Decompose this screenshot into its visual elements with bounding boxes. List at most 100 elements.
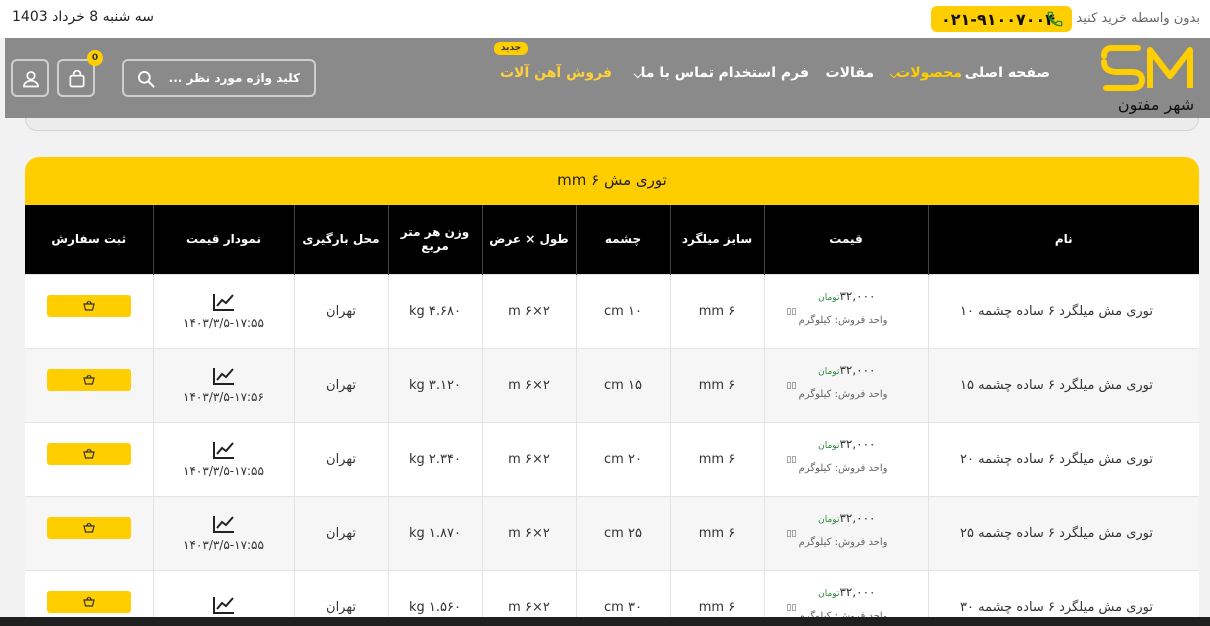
header-mesh: چشمه bbox=[575, 205, 670, 274]
loading-location: تهران bbox=[293, 347, 388, 422]
currency-label: تومان bbox=[818, 514, 840, 525]
phone-button[interactable]: ۰۲۱-۹۱۰۰۷۰۰۴ bbox=[931, 6, 1072, 32]
line-chart-icon[interactable] bbox=[212, 514, 236, 534]
rebar-size: ۶ mm bbox=[669, 347, 764, 422]
dimensions: ۲×۶ m bbox=[481, 347, 576, 422]
rebar-size: ۶ mm bbox=[669, 421, 764, 496]
price-table-card: توری مش ۶ mm نام قیمت سایز میلگرد چشمه ط… bbox=[25, 157, 1199, 626]
nav-articles[interactable]: مقالات bbox=[826, 65, 875, 81]
order-cell bbox=[25, 273, 153, 348]
phone-number: ۰۲۱-۹۱۰۰۷۰۰۴ bbox=[941, 9, 1056, 29]
line-chart-icon[interactable] bbox=[212, 366, 236, 386]
price-updated-date: ۱۴۰۳/۳/۵-۱۷:۵۵ bbox=[183, 316, 264, 330]
currency-label: تومان bbox=[818, 366, 840, 377]
main-nav: شهر مفتون صفحه اصلی محصولات ⌵ مقالات فرم… bbox=[5, 38, 1210, 118]
sale-unit: واحد فروش: کیلوگرم bbox=[798, 314, 888, 326]
table-row: توری مش میلگرد ۶ ساده چشمه ۱۵ ۳۲,۰۰۰تومان… bbox=[25, 347, 1199, 422]
dimensions: ۲×۶ m bbox=[481, 495, 576, 570]
os-taskbar bbox=[0, 617, 1210, 626]
nav-careers[interactable]: فرم استخدام bbox=[718, 65, 809, 81]
site-logo[interactable]: شهر مفتون bbox=[1098, 42, 1210, 114]
mini-indicator-icon: ▯▯ bbox=[786, 306, 797, 317]
user-icon bbox=[23, 71, 39, 88]
loading-location: تهران bbox=[293, 273, 388, 348]
svg-text:شهر مفتون: شهر مفتون bbox=[1118, 95, 1194, 114]
weight-per-sqm: ۲.۳۴۰ kg bbox=[387, 421, 482, 496]
phone-icon bbox=[1047, 11, 1063, 27]
header-weight: وزن هر متر مربع bbox=[387, 205, 482, 274]
product-name[interactable]: توری مش میلگرد ۶ ساده چشمه ۱۰ bbox=[927, 273, 1199, 348]
weight-per-sqm: ۴.۶۸۰ kg bbox=[387, 273, 482, 348]
order-cell bbox=[25, 421, 153, 496]
order-button[interactable] bbox=[46, 517, 131, 539]
basket-icon bbox=[82, 374, 95, 385]
header-rebar-size: سایز میلگرد bbox=[669, 205, 764, 274]
order-button[interactable] bbox=[46, 295, 131, 317]
line-chart-icon[interactable] bbox=[212, 292, 236, 312]
sale-unit: واحد فروش: کیلوگرم bbox=[798, 388, 888, 400]
product-name[interactable]: توری مش میلگرد ۶ ساده چشمه ۲۵ bbox=[927, 495, 1199, 570]
header-price-chart: نمودار قیمت bbox=[152, 205, 294, 274]
product-name[interactable]: توری مش میلگرد ۶ ساده چشمه ۲۰ bbox=[927, 421, 1199, 496]
new-badge: جدید bbox=[494, 42, 528, 55]
price-chart-cell: ۱۴۰۳/۳/۵-۱۷:۵۶ bbox=[152, 347, 294, 422]
price-updated-date: ۱۴۰۳/۳/۵-۱۷:۵۶ bbox=[183, 390, 264, 404]
header-location: محل بارگیری bbox=[293, 205, 388, 274]
price-value: ۳۲,۰۰۰ bbox=[839, 510, 876, 525]
mesh-size: ۱۰ cm bbox=[575, 273, 670, 348]
order-cell bbox=[25, 495, 153, 570]
price-updated-date: ۱۴۰۳/۳/۵-۱۷:۵۵ bbox=[183, 464, 264, 478]
weight-per-sqm: ۱.۸۷۰ kg bbox=[387, 495, 482, 570]
search-icon[interactable] bbox=[136, 69, 156, 89]
order-button[interactable] bbox=[46, 591, 131, 614]
product-name[interactable]: توری مش میلگرد ۶ ساده چشمه ۱۵ bbox=[927, 347, 1199, 422]
price-cell: ۳۲,۰۰۰تومان واحد فروش: کیلوگرم ▯▯ bbox=[763, 273, 928, 348]
header-price: قیمت bbox=[763, 205, 928, 274]
chevron-down-icon: ⌵ bbox=[633, 68, 642, 81]
sale-unit: واحد فروش: کیلوگرم bbox=[798, 536, 888, 548]
price-cell: ۳۲,۰۰۰تومان واحد فروش: کیلوگرم ▯▯ bbox=[763, 347, 928, 422]
basket-icon bbox=[82, 448, 95, 459]
dimensions: ۲×۶ m bbox=[481, 421, 576, 496]
mini-indicator-icon: ▯▯ bbox=[786, 528, 797, 539]
search-box[interactable]: کلید واژه مورد نظر ... bbox=[122, 59, 316, 97]
order-button[interactable] bbox=[46, 443, 131, 465]
line-chart-icon[interactable] bbox=[212, 595, 236, 615]
nav-home[interactable]: صفحه اصلی bbox=[965, 65, 1050, 81]
price-chart-cell: ۱۴۰۳/۳/۵-۱۷:۵۵ bbox=[152, 495, 294, 570]
mesh-size: ۲۰ cm bbox=[575, 421, 670, 496]
mini-indicator-icon: ▯▯ bbox=[786, 454, 797, 465]
price-value: ۳۲,۰۰۰ bbox=[839, 436, 876, 451]
mini-indicator-icon: ▯▯ bbox=[786, 380, 797, 391]
rebar-size: ۶ mm bbox=[669, 273, 764, 348]
loading-location: تهران bbox=[293, 495, 388, 570]
account-button[interactable] bbox=[11, 59, 49, 97]
price-table: نام قیمت سایز میلگرد چشمه طول × عرض وزن … bbox=[25, 205, 1199, 626]
table-title: توری مش ۶ mm bbox=[25, 157, 1199, 205]
loading-location: تهران bbox=[293, 421, 388, 496]
nav-products[interactable]: محصولات bbox=[896, 65, 962, 81]
cart-button[interactable] bbox=[57, 59, 95, 97]
header-dimensions: طول × عرض bbox=[481, 205, 576, 274]
order-button[interactable] bbox=[46, 369, 131, 391]
search-placeholder: کلید واژه مورد نظر ... bbox=[168, 71, 300, 85]
nav-steel-sale[interactable]: فروش آهن آلات bbox=[500, 65, 612, 81]
price-amount: ۳۲,۰۰۰تومان bbox=[818, 585, 875, 599]
currency-label: تومان bbox=[818, 588, 840, 599]
nav-contact[interactable]: تماس با ما bbox=[641, 65, 714, 81]
table-header-row: نام قیمت سایز میلگرد چشمه طول × عرض وزن … bbox=[25, 205, 1199, 274]
price-updated-date: ۱۴۰۳/۳/۵-۱۷:۵۵ bbox=[183, 538, 264, 552]
current-date: سه شنبه 8 خرداد 1403 bbox=[12, 9, 155, 25]
sale-unit: واحد فروش: کیلوگرم bbox=[798, 462, 888, 474]
dimensions: ۲×۶ m bbox=[481, 273, 576, 348]
price-value: ۳۲,۰۰۰ bbox=[839, 288, 876, 303]
price-chart-cell: ۱۴۰۳/۳/۵-۱۷:۵۵ bbox=[152, 273, 294, 348]
shopping-bag-icon bbox=[69, 69, 85, 88]
table-row: توری مش میلگرد ۶ ساده چشمه ۲۵ ۳۲,۰۰۰تومان… bbox=[25, 495, 1199, 570]
price-chart-cell: ۱۴۰۳/۳/۵-۱۷:۵۵ bbox=[152, 421, 294, 496]
basket-icon bbox=[82, 522, 95, 533]
mesh-size: ۲۵ cm bbox=[575, 495, 670, 570]
price-amount: ۳۲,۰۰۰تومان bbox=[818, 289, 875, 303]
table-row: توری مش میلگرد ۶ ساده چشمه ۲۰ ۳۲,۰۰۰تومان… bbox=[25, 421, 1199, 496]
line-chart-icon[interactable] bbox=[212, 440, 236, 460]
